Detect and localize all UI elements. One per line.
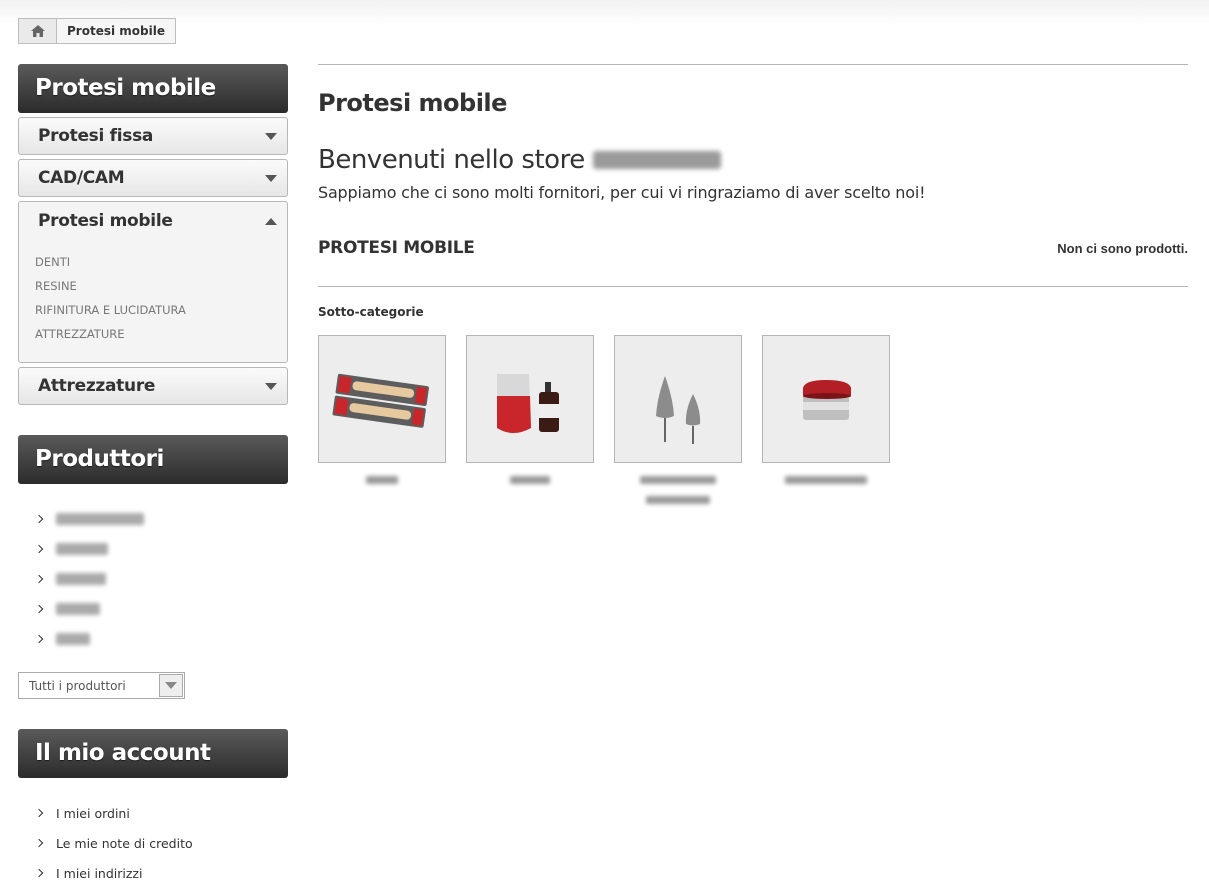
page-title: Protesi mobile [318, 89, 507, 117]
caret-down-icon[interactable] [265, 132, 277, 140]
link-label[interactable]: I miei ordini [56, 806, 130, 821]
home-icon [30, 25, 45, 37]
account-link-addresses[interactable]: I miei indirizzi [34, 858, 288, 888]
subcategory-denti[interactable]: DENTI [35, 254, 271, 278]
caret-down-icon[interactable] [265, 174, 277, 182]
no-products-message: Non ci sono prodotti. [1057, 240, 1188, 256]
equipment-device-image[interactable] [762, 335, 890, 463]
subcategory-rifinitura[interactable]: RIFINITURA E LUCIDATURA [35, 302, 271, 326]
redacted-manufacturer[interactable] [56, 633, 90, 645]
redacted-subcategory-name[interactable] [640, 476, 716, 484]
category-heading-row: PROTESI MOBILE Non ci sono prodotti. [318, 238, 1188, 258]
category-attrezzature[interactable]: Attrezzature [18, 367, 288, 405]
redacted-subcategory-name[interactable] [785, 476, 867, 484]
category-protesi-mobile[interactable]: Protesi mobile DENTI RESINE RIFINITURA E… [18, 201, 288, 363]
subcategory-thumbnails [318, 335, 1188, 504]
subcategory-card[interactable] [318, 335, 446, 504]
subcategories-label: Sotto-categorie [318, 305, 424, 319]
redacted-manufacturer[interactable] [56, 543, 108, 555]
manufacturer-item[interactable] [34, 594, 288, 624]
manufacturers-select[interactable]: Tutti i produttori [18, 672, 185, 699]
subcategory-list: DENTI RESINE RIFINITURA E LUCIDATURA ATT… [19, 240, 287, 362]
manufacturer-item[interactable] [34, 624, 288, 654]
chevron-right-icon [34, 838, 44, 848]
link-label[interactable]: Le mie note di credito [56, 836, 193, 851]
welcome-text: Benvenuti nello store [318, 145, 585, 175]
left-sidebar: Protesi mobile Protesi fissa CAD/CAM Pro… [18, 64, 288, 888]
divider [318, 64, 1188, 65]
category-protesi-fissa[interactable]: Protesi fissa [18, 117, 288, 155]
account-block-title: Il mio account [18, 729, 288, 778]
redacted-store-name [592, 151, 721, 169]
category-label: Protesi fissa [38, 126, 154, 146]
chevron-right-icon [34, 544, 44, 554]
manufacturers-list [18, 504, 288, 654]
manufacturer-item[interactable] [34, 564, 288, 594]
select-dropdown-button[interactable] [159, 674, 183, 697]
breadcrumb: Protesi mobile [18, 18, 176, 44]
welcome-subtitle: Sappiamo che ci sono molti fornitori, pe… [318, 183, 926, 202]
top-gradient [0, 0, 1209, 26]
redacted-subcategory-name[interactable] [510, 476, 550, 484]
chevron-right-icon [34, 514, 44, 524]
subcategory-card[interactable] [614, 335, 742, 504]
manufacturer-item[interactable] [34, 534, 288, 564]
redacted-manufacturer[interactable] [56, 573, 106, 585]
link-label[interactable]: I miei indirizzi [56, 866, 142, 881]
chevron-right-icon [34, 634, 44, 644]
subcategory-attrezzature[interactable]: ATTREZZATURE [35, 326, 271, 350]
welcome-heading: Benvenuti nello store [318, 145, 1188, 175]
manufacturer-item[interactable] [34, 504, 288, 534]
subcategory-resine[interactable]: RESINE [35, 278, 271, 302]
subcategory-card[interactable] [762, 335, 890, 504]
account-link-credit-notes[interactable]: Le mie note di credito [34, 828, 288, 858]
divider [318, 286, 1188, 287]
redacted-subcategory-name[interactable] [646, 496, 710, 504]
main-content: Protesi mobile Benvenuti nello store Sap… [318, 64, 1188, 504]
chevron-right-icon [34, 574, 44, 584]
breadcrumb-current: Protesi mobile [67, 24, 165, 38]
caret-up-icon[interactable] [265, 217, 277, 225]
chevron-right-icon [34, 604, 44, 614]
redacted-manufacturer[interactable] [56, 513, 144, 525]
select-value: Tutti i produttori [29, 678, 126, 693]
chevron-right-icon [34, 868, 44, 878]
caret-down-icon [165, 682, 177, 689]
category-block-title: Protesi mobile [18, 64, 288, 113]
account-links: I miei ordini Le mie note di credito I m… [18, 798, 288, 888]
subcategory-card[interactable] [466, 335, 594, 504]
category-label: Protesi mobile [38, 211, 173, 231]
redacted-manufacturer[interactable] [56, 603, 100, 615]
category-label: Attrezzature [38, 376, 156, 396]
category-heading: PROTESI MOBILE [318, 238, 475, 258]
manufacturers-block-title: Produttori [18, 435, 288, 484]
resin-bottle-image[interactable] [466, 335, 594, 463]
teeth-package-image[interactable] [318, 335, 446, 463]
category-label: CAD/CAM [38, 168, 125, 188]
caret-down-icon[interactable] [265, 382, 277, 390]
breadcrumb-home[interactable] [19, 19, 57, 43]
account-link-orders[interactable]: I miei ordini [34, 798, 288, 828]
category-cad-cam[interactable]: CAD/CAM [18, 159, 288, 197]
redacted-subcategory-name[interactable] [366, 476, 398, 484]
polishing-burs-image[interactable] [614, 335, 742, 463]
chevron-right-icon [34, 808, 44, 818]
